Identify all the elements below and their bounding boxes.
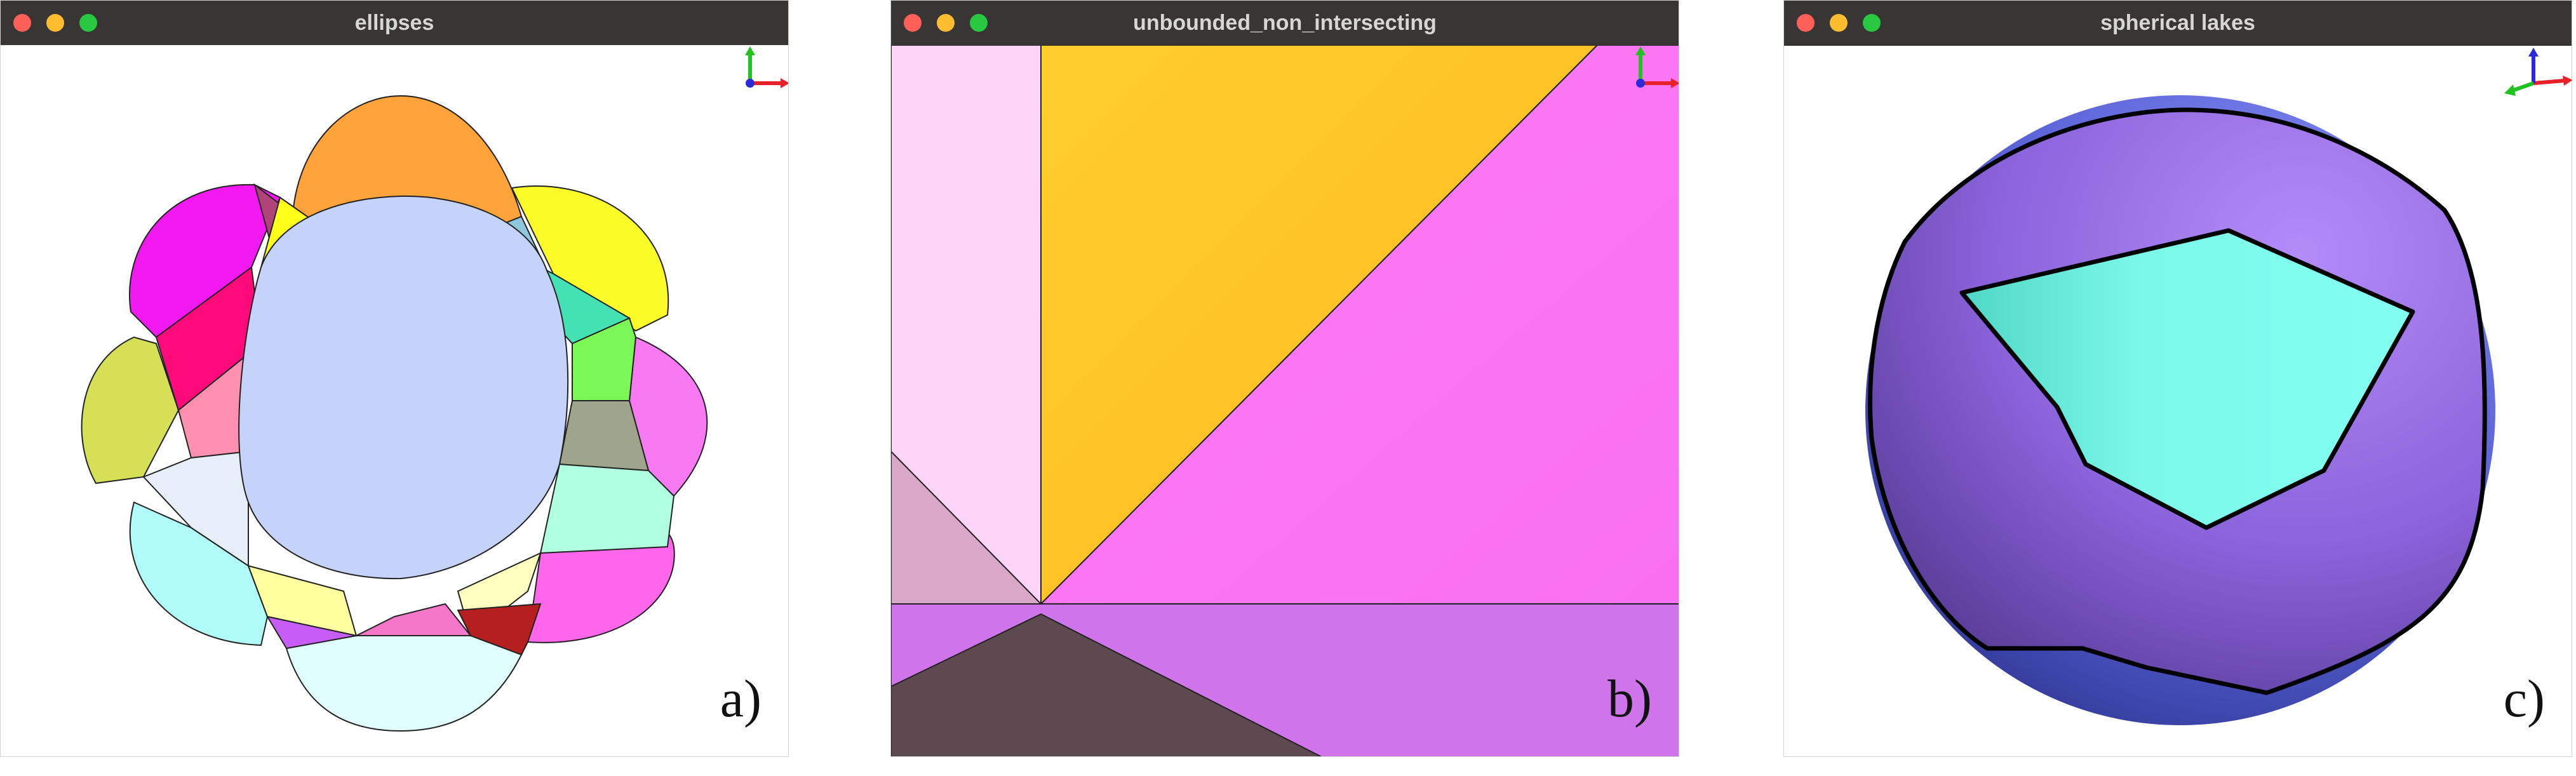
window-titlebar[interactable]: ellipses [1, 1, 788, 46]
window-ellipses: ellipses a) [0, 0, 789, 757]
panel-label: b) [1607, 669, 1652, 728]
window-titlebar[interactable]: spherical lakes [1784, 1, 2572, 46]
window-titlebar[interactable]: unbounded_non_intersecting [891, 1, 1679, 46]
render-viewport[interactable] [891, 45, 1679, 757]
sphere-model [1865, 95, 2495, 725]
render-viewport[interactable] [1, 45, 789, 757]
plane-arrangement [891, 45, 1679, 756]
window-title: spherical lakes [2100, 11, 2255, 35]
window-spherical-lakes: spherical lakes c) [1783, 0, 2572, 757]
window-title: ellipses [354, 11, 434, 35]
panel-label: c) [2503, 669, 2545, 728]
window-title: unbounded_non_intersecting [1133, 11, 1437, 35]
axes-gizmo-icon [2504, 48, 2572, 96]
panel-label: a) [720, 669, 761, 728]
window-unbounded-non-intersecting: unbounded_non_intersecting b) [890, 0, 1679, 757]
render-viewport[interactable] [1784, 45, 2572, 757]
